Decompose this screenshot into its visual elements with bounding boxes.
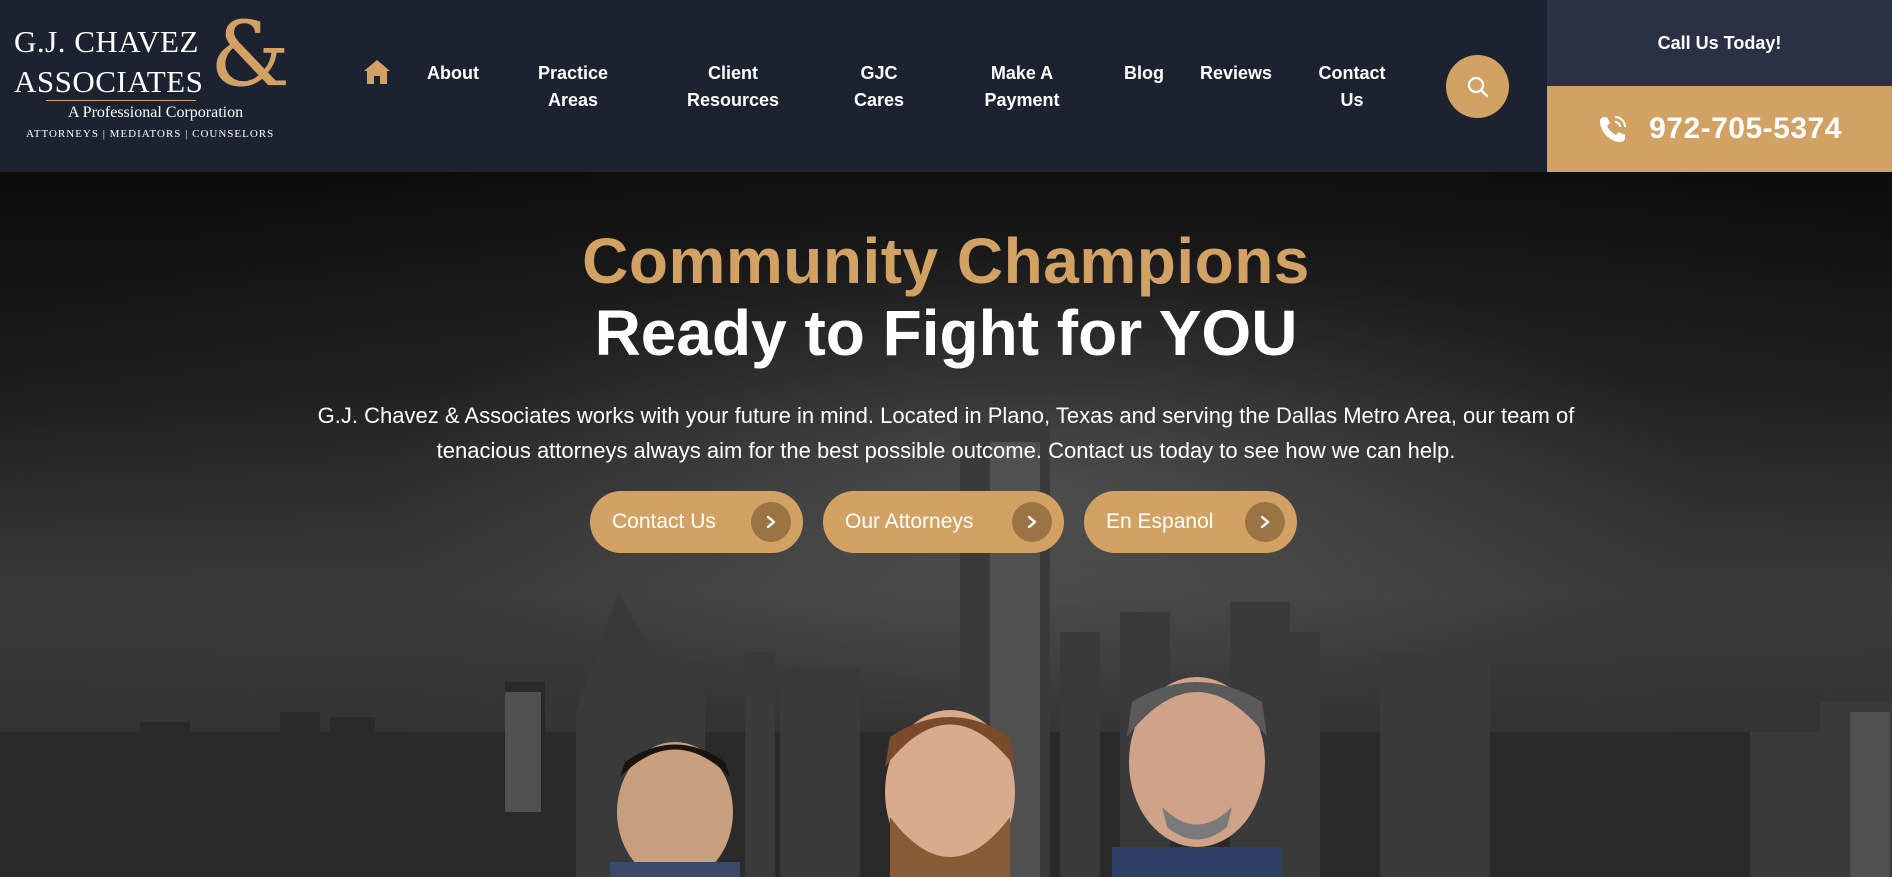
hero-description: G.J. Chavez & Associates works with your… [246, 398, 1646, 468]
search-icon [1467, 76, 1488, 97]
hero-description-line2: tenacious attorneys always aim for the b… [436, 438, 1456, 463]
chevron-right-icon [1012, 502, 1052, 542]
contact-us-button[interactable]: Contact Us [590, 491, 803, 553]
hero-title-gold: Community Champions [582, 225, 1310, 297]
call-us-label: Call Us Today! [1547, 0, 1892, 86]
nav-practice-areas[interactable]: Practice Areas [538, 60, 608, 114]
nav-contact-us[interactable]: Contact Us [1319, 60, 1386, 114]
firm-logo[interactable]: G.J. CHAVEZ ASSOCIATES & A Professional … [12, 10, 302, 152]
contact-us-button-label: Contact Us [612, 510, 716, 533]
attorney-photo-left [610, 742, 740, 877]
hero-title-white: Ready to Fight for YOU [594, 297, 1298, 369]
attorney-photo-right [1112, 677, 1282, 877]
en-espanol-button[interactable]: En Espanol [1084, 491, 1297, 553]
nav-about[interactable]: About [427, 60, 479, 87]
nav-home[interactable] [362, 58, 392, 86]
logo-name-line2: ASSOCIATES [14, 64, 204, 99]
phone-number: 972-705-5374 [1649, 112, 1842, 145]
chevron-right-icon [751, 502, 791, 542]
site-header: G.J. CHAVEZ ASSOCIATES & A Professional … [0, 0, 1892, 172]
phone-link[interactable]: 972-705-5374 [1547, 86, 1892, 172]
nav-gjc-cares[interactable]: GJC Cares [854, 60, 904, 114]
attorney-photo-middle [885, 710, 1015, 877]
nav-reviews[interactable]: Reviews [1200, 60, 1272, 87]
our-attorneys-button[interactable]: Our Attorneys [823, 491, 1064, 553]
hero-description-line1: G.J. Chavez & Associates works with your… [317, 403, 1575, 428]
logo-services: ATTORNEYS | MEDIATORS | COUNSELORS [26, 128, 275, 140]
logo-tagline: A Professional Corporation [68, 104, 244, 121]
logo-name-line1: G.J. CHAVEZ [14, 24, 199, 59]
call-us-text: Call Us Today! [1657, 32, 1782, 53]
nav-blog[interactable]: Blog [1124, 60, 1164, 87]
logo-divider [46, 100, 196, 101]
phone-icon [1600, 116, 1627, 142]
nav-make-a-payment[interactable]: Make A Payment [984, 60, 1059, 114]
chevron-right-icon [1245, 502, 1285, 542]
logo-ampersand: & [210, 2, 291, 107]
our-attorneys-button-label: Our Attorneys [845, 510, 974, 533]
hero-section: Community Champions Ready to Fight for Y… [0, 172, 1892, 877]
en-espanol-button-label: En Espanol [1106, 510, 1214, 533]
search-button[interactable] [1446, 55, 1509, 118]
home-icon [364, 60, 390, 84]
nav-client-resources[interactable]: Client Resources [687, 60, 779, 114]
